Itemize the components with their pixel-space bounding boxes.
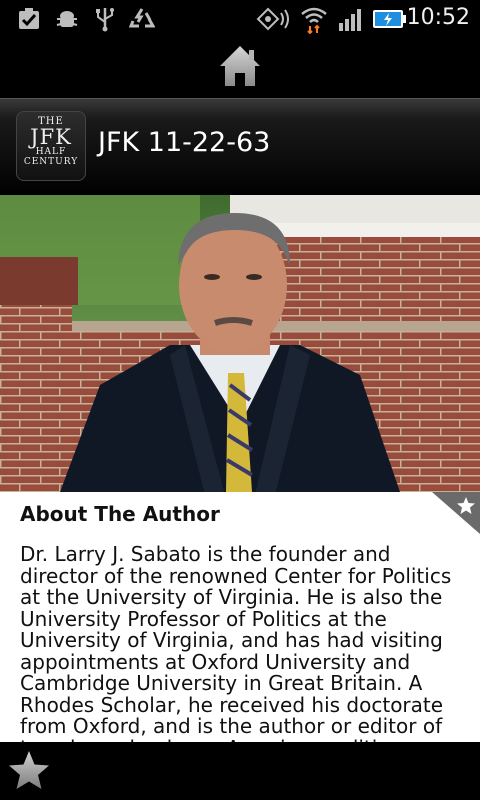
bottom-bar — [0, 742, 480, 800]
logo-line-2: JFK — [30, 125, 72, 149]
home-button[interactable] — [216, 42, 264, 92]
wifi-icon — [298, 6, 330, 34]
recycle-icon — [128, 6, 156, 32]
favorites-button[interactable] — [6, 748, 52, 794]
app-logo: THE JFK HALF CENTURY — [16, 111, 86, 181]
star-icon — [9, 751, 49, 789]
status-time: 10:52 — [406, 5, 470, 30]
logo-line-4: CENTURY — [23, 157, 79, 167]
logo-line-3: HALF — [35, 147, 67, 157]
checkbox-icon — [16, 6, 42, 32]
content-panel: About The Author Dr. Larry J. Sabato is … — [0, 492, 480, 742]
home-bar — [0, 38, 480, 98]
android-debug-icon — [54, 6, 80, 32]
signal-icon — [337, 6, 365, 32]
section-heading: About The Author — [20, 502, 220, 526]
battery-charging-icon — [372, 6, 408, 32]
author-photo — [0, 195, 480, 492]
favorite-corner-button[interactable] — [432, 492, 480, 534]
page-title: JFK 11-22-63 — [98, 127, 271, 158]
gps-icon — [256, 6, 292, 32]
status-bar: 10:52 — [0, 0, 480, 38]
usb-icon — [93, 6, 117, 32]
title-bar: THE JFK HALF CENTURY JFK 11-22-63 — [0, 98, 480, 196]
home-icon — [220, 46, 260, 86]
author-bio: Dr. Larry J. Sabato is the founder and d… — [20, 542, 452, 742]
